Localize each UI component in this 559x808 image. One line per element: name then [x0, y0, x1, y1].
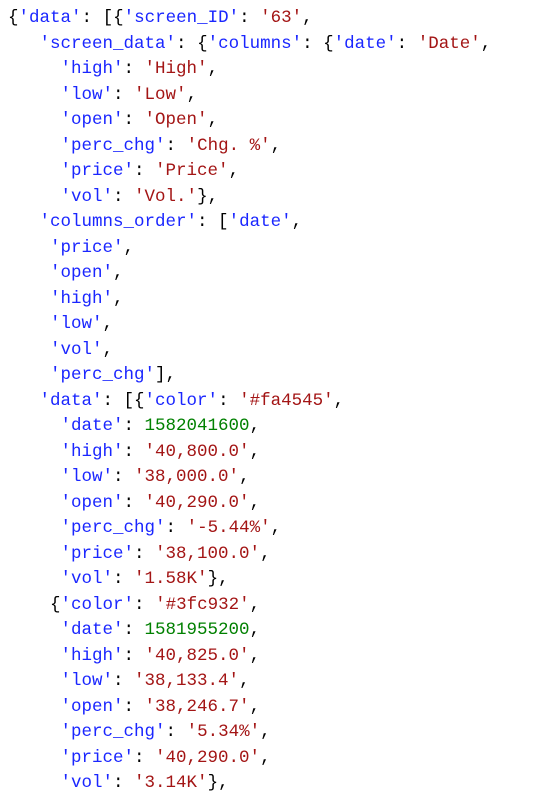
code-dump: {'data': [{'screen_ID': '63', 'screen_da… [0, 0, 559, 803]
